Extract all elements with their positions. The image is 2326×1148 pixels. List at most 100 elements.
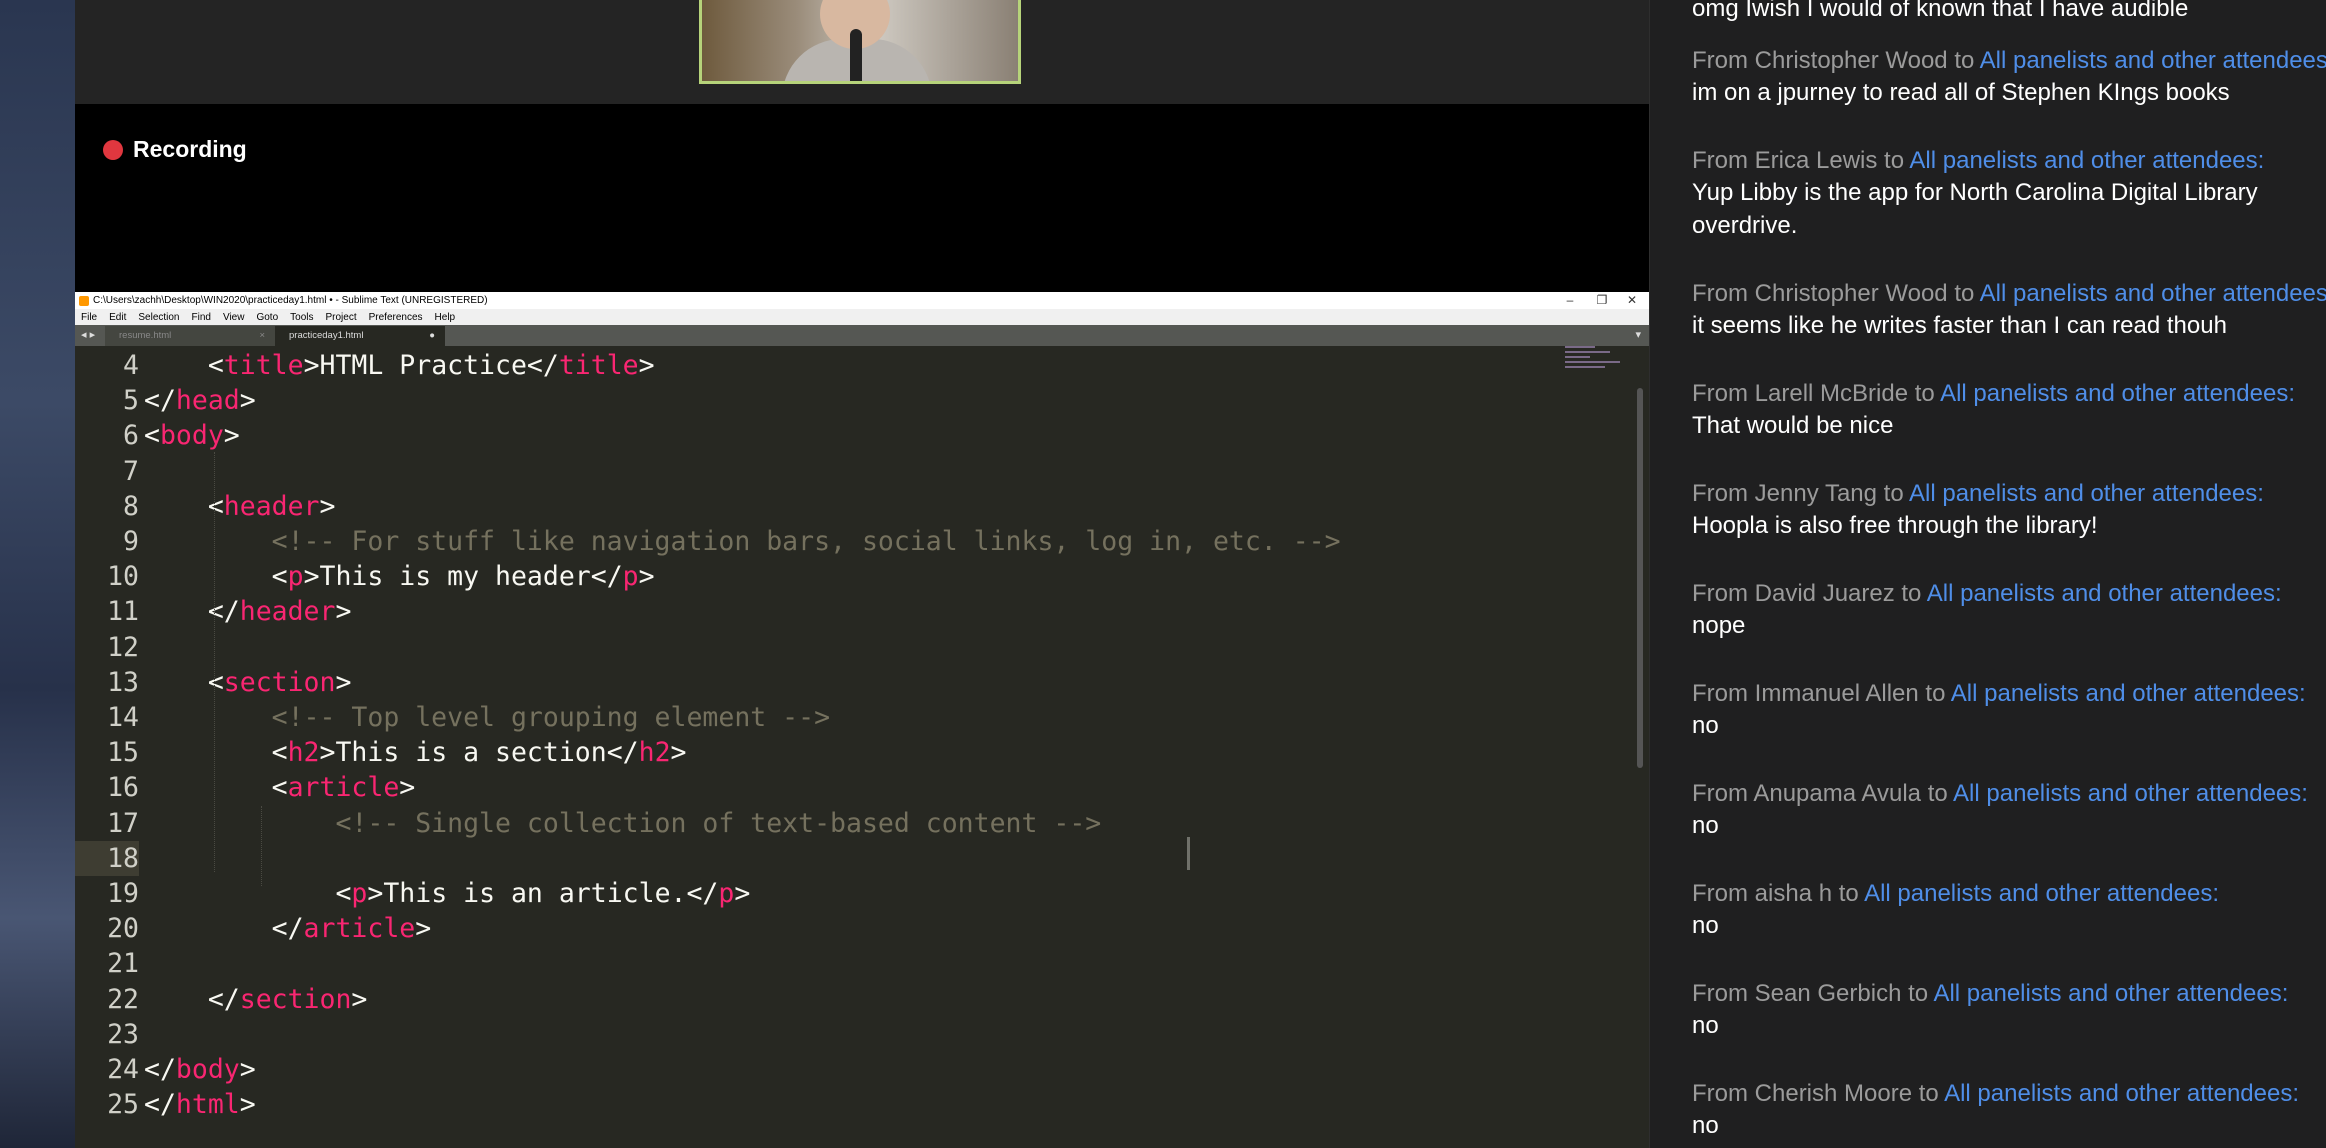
chat-message: From Christopher Wood to All panelists a… (1692, 46, 2326, 109)
chat-recipient-link[interactable]: All panelists and other attendees: (1909, 480, 2264, 507)
code-line[interactable]: 4 <title>HTML Practice</title> (75, 348, 1575, 383)
code-token: </ (144, 385, 176, 417)
code-line[interactable]: 7 (75, 454, 1575, 489)
code-line[interactable]: 23 (75, 1017, 1575, 1052)
comment: <!-- For stuff like navigation bars, soc… (271, 526, 1341, 557)
code-line[interactable]: 21 (75, 946, 1575, 981)
code-line[interactable]: 14 <!-- Top level grouping element --> (75, 700, 1575, 735)
code-line[interactable]: 6 <body> (75, 418, 1575, 453)
tag-name: html (175, 1089, 240, 1121)
code-line[interactable]: 13 <section> (75, 665, 1575, 700)
sublime-titlebar: C:\Users\zachh\Desktop\WIN2020\practiced… (75, 292, 1649, 309)
sublime-app-icon (79, 295, 89, 306)
code-line[interactable]: 5 </head> (75, 383, 1575, 418)
code-line[interactable]: 12 (75, 630, 1575, 665)
code-line[interactable]: 20 </article> (75, 911, 1575, 946)
tab-close-icon[interactable]: × (259, 326, 265, 346)
menu-help[interactable]: Help (429, 312, 462, 323)
tab-unsaved-dot-icon[interactable]: ● (429, 326, 435, 346)
line-number: 23 (107, 1018, 139, 1050)
code-line[interactable]: 17 <!-- Single collection of text-based … (75, 806, 1575, 841)
tag-name: head (175, 385, 240, 417)
chat-recipient-link[interactable]: All panelists and other attendees: (1933, 980, 2288, 1007)
chat-message-body: nope (1692, 612, 1746, 639)
code-text: <!-- Single collection of text-based con… (144, 806, 1101, 841)
chat-message-body: no (1692, 812, 1719, 839)
code-token: > (335, 666, 352, 698)
code-editor[interactable]: 4 <title>HTML Practice</title> 5 </head> 6 <… (75, 346, 1649, 1148)
tab-practiceday1[interactable]: practiceday1.html ● (275, 326, 445, 346)
menu-project[interactable]: Project (320, 312, 363, 323)
indent-guide (214, 452, 215, 872)
chat-recipient-link[interactable]: All panelists and other attendees: (1909, 147, 2264, 174)
chat-message-body: im on a jpurney to read all of Stephen K… (1692, 79, 2230, 106)
tag-name: p (718, 878, 735, 909)
recording-indicator: Recording (103, 136, 247, 163)
code-line[interactable]: 10 <p>This is my header</p> (75, 559, 1575, 594)
menu-preferences[interactable]: Preferences (363, 312, 429, 323)
close-button[interactable]: ✕ (1619, 292, 1645, 309)
line-number: 13 (107, 666, 139, 698)
code-text: <header> (144, 489, 336, 524)
tag-name: title (558, 350, 639, 381)
tab-dropdown-icon[interactable]: ▾ (1635, 328, 1641, 341)
code-line[interactable]: 8 <header> (75, 489, 1575, 524)
menu-view[interactable]: View (217, 312, 251, 323)
recording-dot-icon (103, 139, 123, 160)
chat-recipient-link[interactable]: All panelists and other attendees: (1864, 880, 2219, 907)
chat-message-partial: omg Iwish I would of known that I have a… (1692, 0, 2326, 25)
line-number: 9 (123, 526, 139, 557)
tab-resume[interactable]: resume.html × (105, 326, 275, 346)
line-number: 5 (123, 385, 139, 417)
code-text: <!-- For stuff like navigation bars, soc… (144, 524, 1341, 559)
menu-selection[interactable]: Selection (132, 312, 185, 323)
code-line[interactable]: 11 </header> (75, 594, 1575, 629)
code-token: > (415, 913, 432, 945)
code-text: </html> (144, 1087, 256, 1122)
minimize-button[interactable]: – (1557, 292, 1583, 309)
menu-tools[interactable]: Tools (284, 312, 319, 323)
code-line[interactable]: 22 </section> (75, 982, 1575, 1017)
code-text: </header> (144, 594, 352, 629)
code-line[interactable]: 24 </body> (75, 1052, 1575, 1087)
chat-recipient-link[interactable]: All panelists and other attendees: (1944, 1080, 2299, 1107)
chat-message-header: From Larell McBride to All panelists and… (1692, 379, 2326, 409)
vertical-scrollbar[interactable] (1637, 388, 1643, 768)
chat-recipient-link[interactable]: All panelists and other attendees: (1980, 47, 2326, 74)
chat-sender: From Christopher Wood to (1692, 47, 1980, 74)
line-number: 10 (107, 561, 139, 593)
menu-goto[interactable]: Goto (250, 312, 284, 323)
code-text: </article> (144, 911, 432, 946)
chat-message-header: From Erica Lewis to All panelists and ot… (1692, 146, 2326, 176)
code-line[interactable]: 19 <p>This is an article.</p> (75, 876, 1575, 911)
code-token: > (638, 561, 655, 593)
chat-recipient-link[interactable]: All panelists and other attendees: (1927, 580, 2282, 607)
maximize-button[interactable]: ❐ (1589, 292, 1615, 309)
code-text: <p>This is my header</p> (144, 559, 655, 594)
code-line[interactable]: 16 <article> (75, 770, 1575, 805)
chat-recipient-link[interactable]: All panelists and other attendees: (1980, 280, 2326, 307)
menu-find[interactable]: Find (186, 312, 217, 323)
chat-message-body: no (1692, 1012, 1719, 1039)
code-line[interactable]: 15 <h2>This is a section</h2> (75, 735, 1575, 770)
speaker-video-thumbnail[interactable] (699, 0, 1021, 84)
chat-recipient-link[interactable]: All panelists and other attendees: (1953, 780, 2308, 807)
chat-message-header: From Christopher Wood to All panelists a… (1692, 279, 2326, 309)
line-number: 6 (123, 420, 139, 452)
code-token: < (144, 878, 352, 909)
code-line[interactable]: 18 (75, 840, 1575, 876)
menu-file[interactable]: File (75, 312, 103, 323)
code-line[interactable]: 25 </html> (75, 1087, 1575, 1122)
minimap[interactable] (1565, 346, 1635, 396)
indent-guide (261, 806, 262, 886)
tab-label: practiceday1.html (289, 330, 364, 341)
code-line[interactable]: 9 <!-- For stuff like navigation bars, s… (75, 524, 1575, 559)
code-token: > (670, 737, 687, 769)
menu-edit[interactable]: Edit (103, 312, 132, 323)
video-strip (75, 0, 1649, 104)
chat-recipient-link[interactable]: All panelists and other attendees: (1951, 680, 2306, 707)
line-number: 11 (107, 596, 139, 628)
tab-nav-arrows-icon[interactable]: ◂ ▸ (81, 328, 95, 341)
chat-recipient-link[interactable]: All panelists and other attendees: (1940, 380, 2295, 407)
